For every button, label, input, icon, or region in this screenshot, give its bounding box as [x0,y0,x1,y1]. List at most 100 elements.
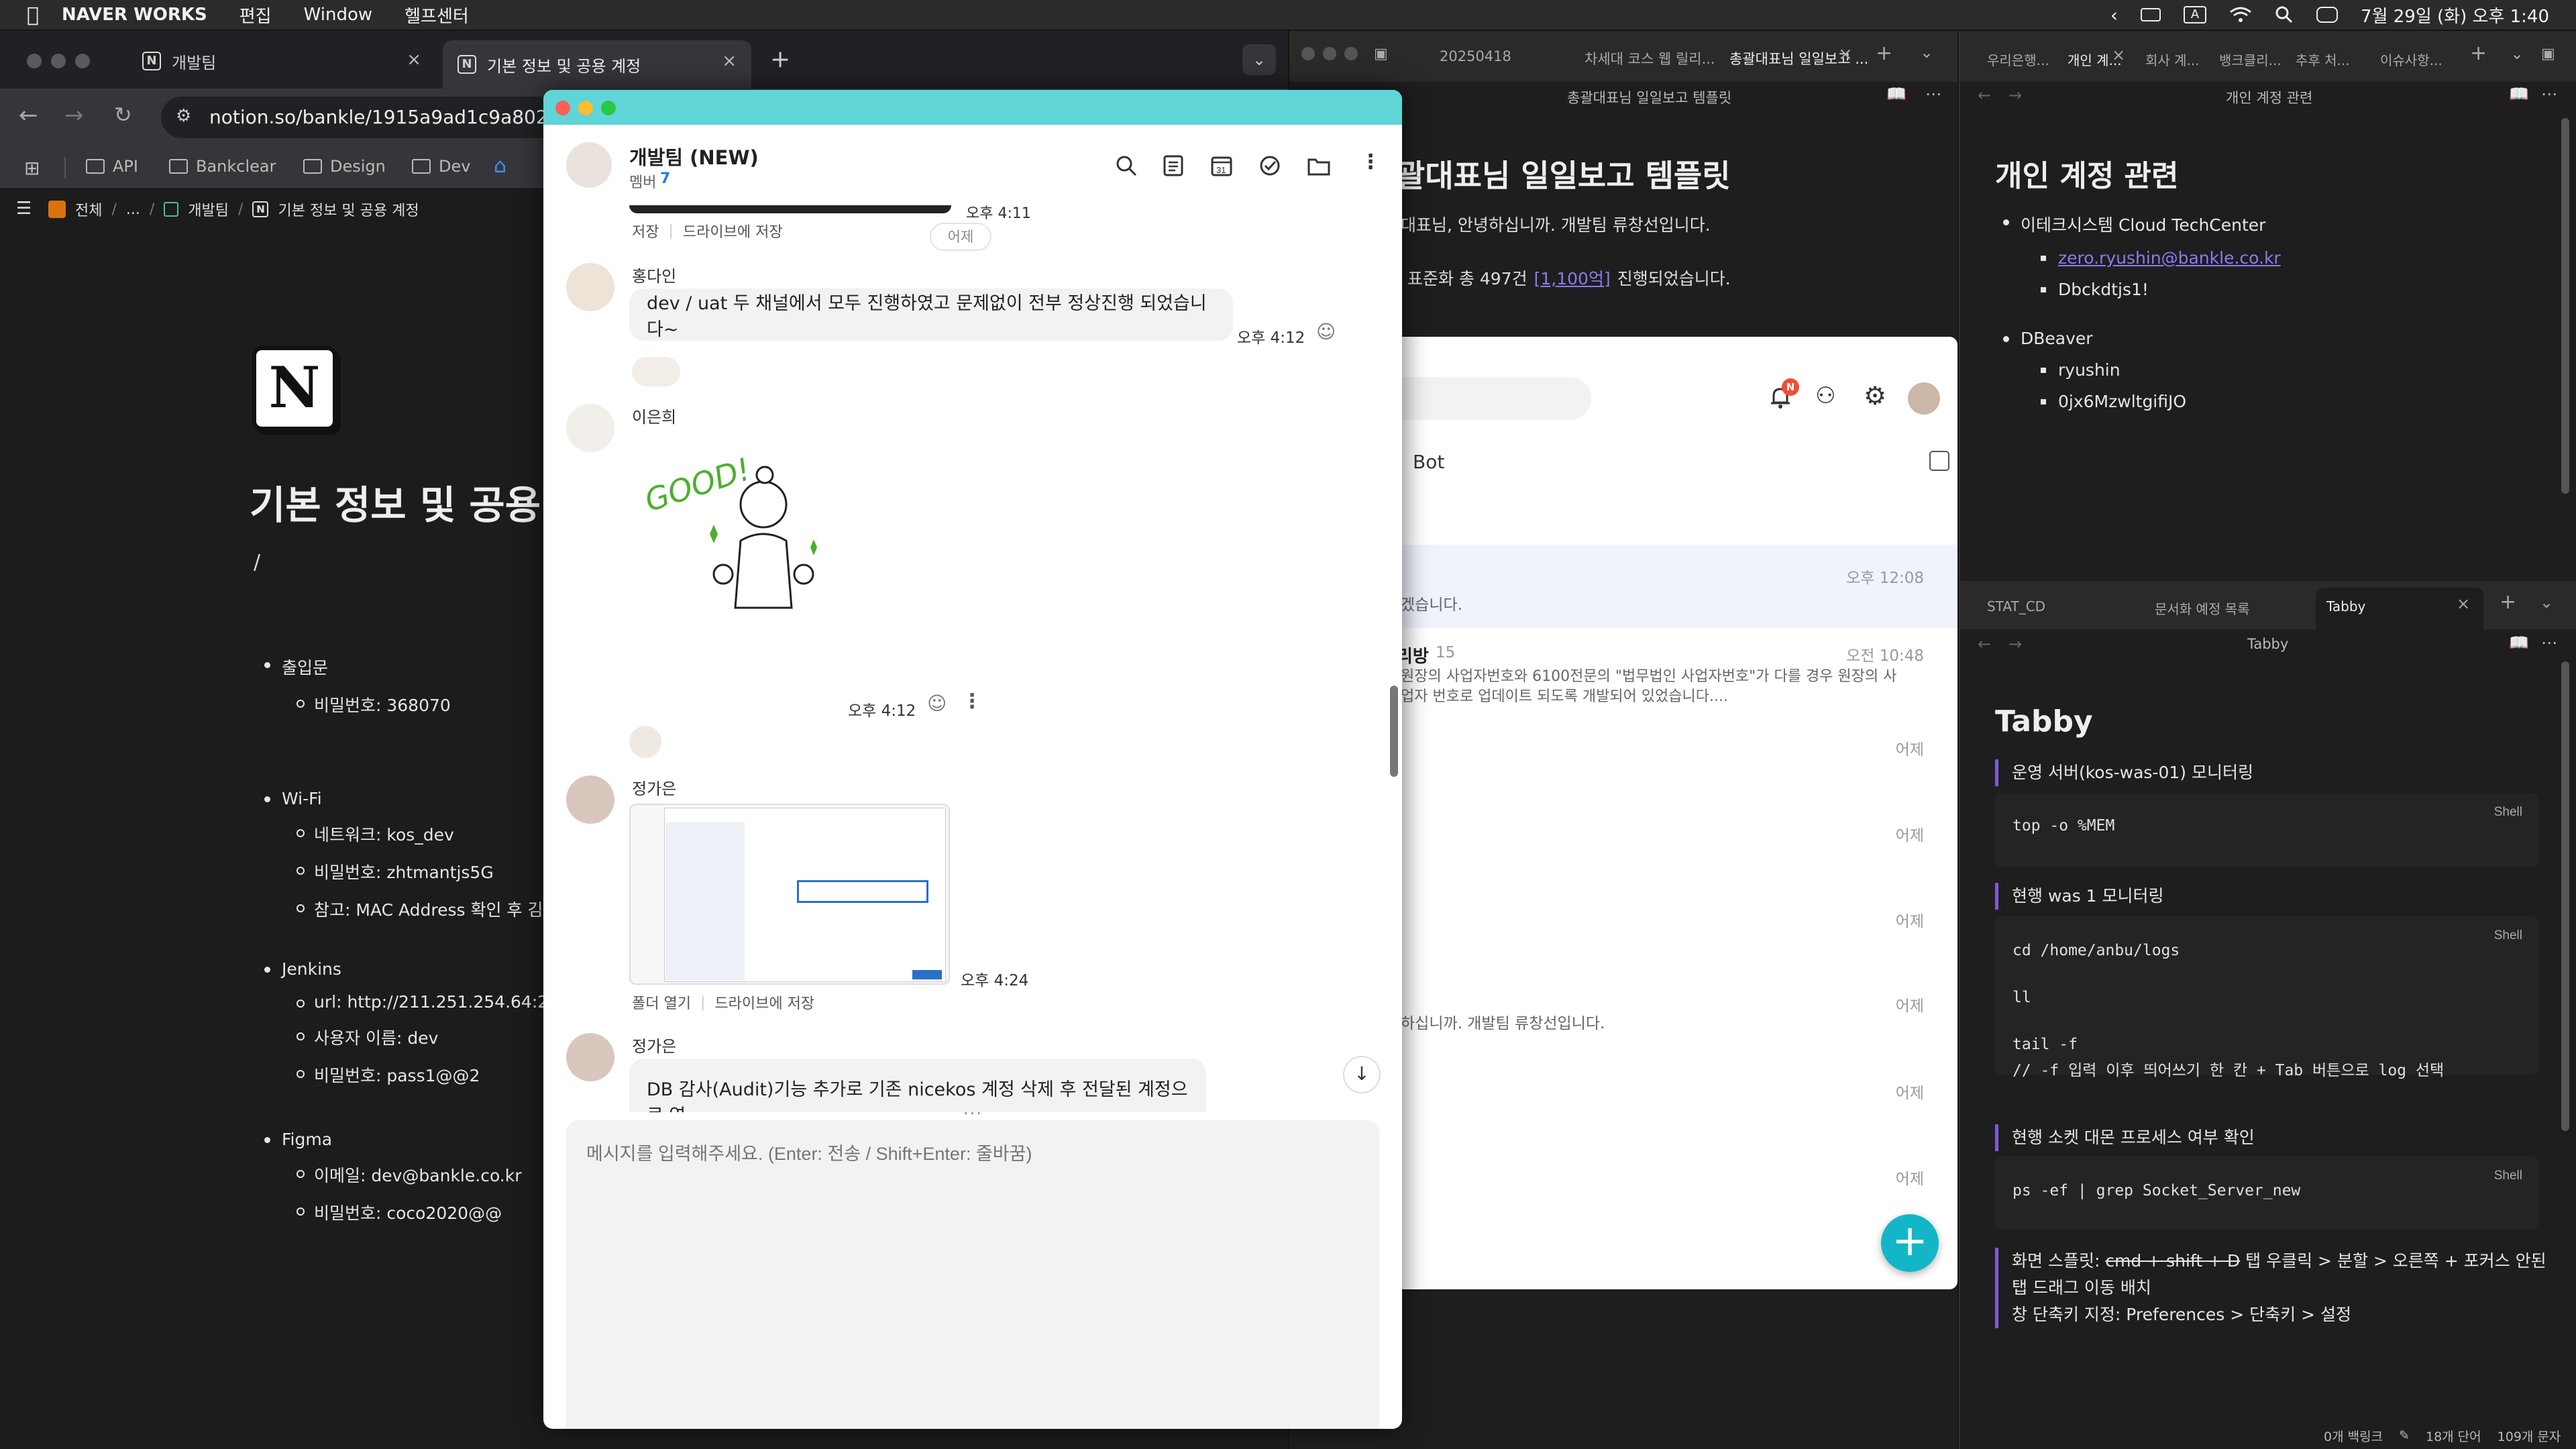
more-options-icon[interactable]: ⋯ [2541,633,2557,652]
section-item[interactable]: 이메일: dev@bankle.co.kr [297,1163,522,1187]
settings-gear-icon[interactable]: ⚙ [1864,381,1886,411]
menu-item-help[interactable]: 헬프센터 [405,3,469,28]
search-icon[interactable] [2275,5,2294,24]
new-tab-button[interactable]: + [2470,42,2487,65]
sender-name[interactable]: 정가은 [632,775,676,799]
more-options-icon[interactable]: ⋯ [1925,85,1941,103]
minimize-window-button[interactable] [51,54,66,68]
right-top-heading[interactable]: 개인 계정 관련 [1995,152,2179,195]
section-head[interactable]: 출입문 [264,655,419,679]
account-value[interactable]: 0jx6MzwltgifiJO [2040,392,2186,411]
breadcrumb-item[interactable]: 기본 정보 및 공용 계정 [278,199,419,220]
close-icon[interactable]: × [1838,44,1853,64]
member-count[interactable]: 7 [660,170,670,187]
section-item[interactable]: 비밀번호: coco2020@@ [297,1200,522,1224]
sidebar-toggle-icon[interactable]: ☰ [16,199,32,219]
account-value[interactable]: ryushin [2040,360,2186,380]
image-attachment-partial[interactable] [629,205,951,213]
code-block[interactable]: Shell cd /home/anbu/logs ll tail -f // -… [1995,916,2538,1079]
zoom-window-button[interactable] [75,54,90,68]
scrollbar[interactable] [2561,661,2569,1131]
message-more-icon[interactable]: ⋮ [962,690,982,713]
new-tab-button[interactable]: + [770,46,790,73]
read-receipt-avatars[interactable] [632,357,680,386]
section-item[interactable]: 참고: MAC Address 확인 후 김정 [296,897,558,921]
menu-item-window[interactable]: Window [304,5,373,25]
message-list[interactable]: 오후 4:11 저장 | 드라이브에 저장 어제 홍다인 dev / uat 두… [543,205,1402,1112]
folder-icon[interactable] [1307,154,1331,177]
forward-icon[interactable]: → [2008,86,2022,105]
home-icon[interactable]: ⌂ [494,154,506,178]
notion-page-icon[interactable]: N [252,346,337,431]
section-head[interactable]: Jenkins [264,959,537,979]
tab-list-chevron-icon[interactable]: ⌄ [2510,44,2524,63]
avatar[interactable] [566,775,614,824]
browser-tab-2-active[interactable]: N 기본 정보 및 공용 계정 × [443,40,751,89]
minimize-window-button[interactable] [578,101,593,115]
save-to-drive-link[interactable]: 드라이브에 저장 [714,991,814,1013]
section-item[interactable]: 비밀번호: 368070 [297,692,451,716]
menu-item-edit[interactable]: 편집 [239,3,272,28]
screenshot-attachment[interactable] [629,804,950,985]
section-head[interactable]: Figma [264,1130,490,1149]
open-folder-link[interactable]: 폴더 열기 [632,991,691,1013]
account-head[interactable]: DBeaver [2002,329,2149,348]
section-item[interactable]: url: http://211.251.254.64:240 [297,992,570,1012]
tabby-note[interactable]: 화면 스플릿: cmd + shift + D 탭 우클릭 > 분할 > 오른쪽… [1995,1248,2552,1328]
section-item[interactable]: 비밀번호: zhtmantjs5G [296,859,558,883]
message-bubble[interactable]: dev / uat 두 채널에서 모두 진행하였고 문제없이 전부 정상진행 되… [629,288,1233,341]
reload-icon[interactable]: ↻ [114,102,132,127]
tabby-heading[interactable]: Tabby [1995,704,2093,739]
breadcrumb-item[interactable]: ... [126,201,140,218]
notes-icon[interactable] [1162,154,1185,177]
tab-list-chevron-icon[interactable]: ⌄ [2540,593,2553,612]
org-chart-icon[interactable]: ⚇ [1815,382,1835,409]
apps-grid-icon[interactable]: ⊞ [24,157,40,179]
block-label[interactable]: 현행 was 1 모니터링 [1995,883,2164,910]
wifi-icon[interactable] [2229,6,2252,23]
more-vertical-icon[interactable]: ⋮ [1360,150,1381,174]
section-item[interactable]: 네트워크: kos_dev [296,822,558,846]
section-head[interactable]: Wi-Fi [264,789,526,808]
zoom-window-button[interactable] [1344,47,1358,60]
tab-search-button[interactable]: ⌄ [1242,44,1276,75]
account-value[interactable]: Dbckdtjs1! [2040,280,2303,299]
breadcrumb-item[interactable]: 전체 [75,199,102,220]
input-source-icon[interactable]: A [2184,6,2207,23]
breadcrumb-item[interactable]: 개발팀 [188,199,229,220]
bookmark-api[interactable]: API [86,157,138,176]
chevron-left-icon[interactable]: ‹ [2110,4,2118,26]
sender-name[interactable]: 이은희 [632,404,676,427]
tab-bankclear[interactable]: 뱅크클리... [2219,50,2282,69]
back-icon[interactable]: ← [1978,635,1991,653]
back-icon[interactable]: ← [1978,86,1991,105]
forward-icon[interactable]: → [64,102,84,129]
calendar-icon[interactable]: 31 [1210,154,1233,177]
reading-view-icon[interactable]: 📖 [1886,85,1907,103]
sidebar-toggle-icon[interactable]: ▣ [1374,46,1388,62]
scroll-to-bottom-button[interactable]: ↓ [1343,1056,1381,1093]
tab-stat-cd[interactable]: STAT_CD [1987,598,2045,614]
account-value[interactable]: zero.ryushin@bankle.co.kr [2040,248,2303,268]
middle-heading[interactable]: 괄대표님 일일보고 템플릿 [1397,152,1731,196]
code-block[interactable]: Shell top -o %MEM [1995,793,2538,867]
account-head[interactable]: 이테크시스템 Cloud TechCenter [2002,212,2265,236]
save-link[interactable]: 저장 [632,220,659,241]
tab-20250418[interactable]: 20250418 [1440,48,1511,64]
bot-label[interactable]: Bot [1413,451,1444,473]
room-title[interactable]: 개발팀 (NEW) [629,142,759,170]
sidebar-toggle-icon[interactable]: ▣ [2541,46,2555,62]
close-window-button[interactable] [27,54,42,68]
close-icon[interactable]: × [722,51,737,71]
reaction-add-icon[interactable]: ☺ [927,692,947,714]
scrollbar[interactable] [2561,118,2569,494]
tab-later[interactable]: 추후 처... [2296,50,2350,69]
middle-line-1[interactable]: 대표님, 안녕하십니까. 개발팀 류창선입니다. [1401,212,1711,236]
section-item[interactable]: 비밀번호: pass1@@2 [297,1063,570,1087]
tab-list-chevron-icon[interactable]: ⌄ [1920,43,1933,62]
reading-view-icon[interactable]: 📖 [2509,633,2529,652]
reading-view-icon[interactable]: 📖 [2509,85,2529,103]
message-bubble[interactable]: DB 감사(Audit)기능 추가로 기존 nicekos 계정 삭제 후 전달… [629,1059,1206,1112]
backlinks-count[interactable]: 0개 백링크 [2324,1427,2383,1445]
search-icon[interactable] [1115,154,1138,177]
